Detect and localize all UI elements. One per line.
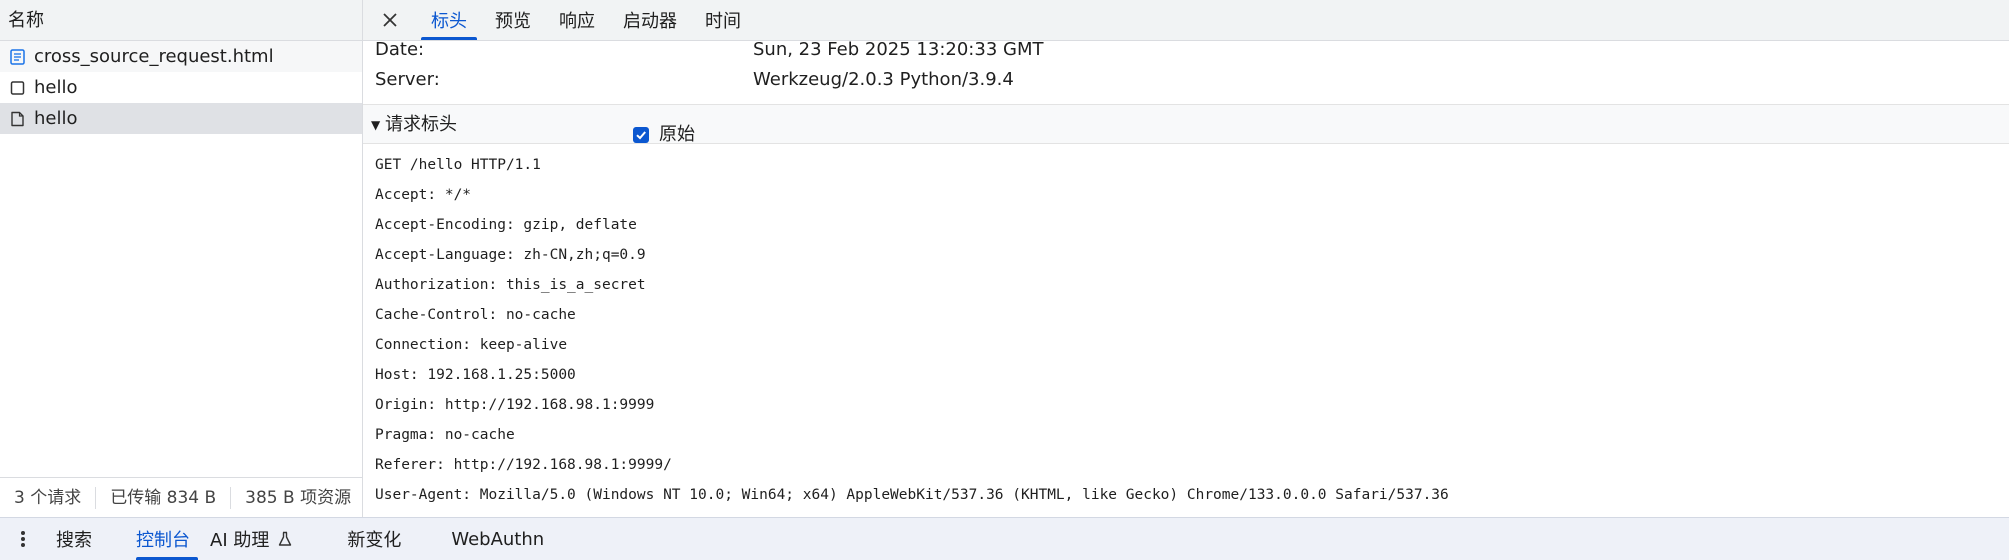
section-title: 请求标头 <box>385 114 457 135</box>
raw-header-line: Origin: http://192.168.98.1:9999 <box>375 397 655 413</box>
request-row[interactable]: hello <box>0 72 362 103</box>
header-key: Date: <box>375 39 425 60</box>
request-count: 3 个请求 <box>0 486 97 509</box>
drawer-tab-search[interactable]: 搜索 <box>46 518 122 560</box>
header-row: Server: Werkzeug/2.0.3 Python/3.9.4 <box>363 65 2009 95</box>
raw-checkbox[interactable] <box>633 127 649 143</box>
raw-label: 原始 <box>659 124 695 145</box>
raw-header-line: Pragma: no-cache <box>375 427 515 443</box>
response-headers-list: Date: Sun, 23 Feb 2025 13:20:33 GMT Serv… <box>363 35 2009 95</box>
checkbox-icon <box>10 81 25 95</box>
raw-toggle[interactable]: 原始 <box>633 115 695 155</box>
raw-header-line: GET /hello HTTP/1.1 <box>375 157 541 173</box>
tab-initiator[interactable]: 启动器 <box>609 0 691 40</box>
drawer-tab-bar: 搜索 控制台 AI 助理 新变化 WebAuthn <box>0 517 2009 560</box>
raw-header-line: Host: 192.168.1.25:5000 <box>375 367 576 383</box>
flask-icon <box>279 531 292 546</box>
raw-header-line: Cache-Control: no-cache <box>375 307 576 323</box>
header-key: Server: <box>375 69 440 90</box>
raw-header-line: Accept-Encoding: gzip, deflate <box>375 217 637 233</box>
expand-triangle-icon: ▼ <box>371 118 381 132</box>
request-row-selected[interactable]: hello <box>0 103 362 134</box>
transferred-size: 已传输 834 B <box>96 486 232 509</box>
drawer-tab-ai-assistance[interactable]: AI 助理 <box>194 518 333 560</box>
checkmark-icon <box>636 131 646 140</box>
vertical-dots-icon <box>21 531 25 547</box>
drawer-tab-console[interactable]: 控制台 <box>122 518 198 560</box>
raw-header-line: Referer: http://192.168.98.1:9999/ <box>375 457 672 473</box>
raw-header-line: Accept-Language: zh-CN,zh;q=0.9 <box>375 247 646 263</box>
drawer-tab-whats-new[interactable]: 新变化 <box>333 518 437 560</box>
request-detail-panel: 标头 预览 响应 启动器 时间 Date: Sun, 23 Feb 2025 1… <box>363 0 2009 517</box>
tab-response[interactable]: 响应 <box>545 0 609 40</box>
header-value: Sun, 23 Feb 2025 13:20:33 GMT <box>753 39 1044 60</box>
document-icon <box>10 49 25 65</box>
file-icon <box>11 111 24 127</box>
drawer-tab-webauthn[interactable]: WebAuthn <box>437 518 558 560</box>
request-row[interactable]: cross_source_request.html <box>0 41 362 72</box>
raw-header-line: User-Agent: Mozilla/5.0 (Windows NT 10.0… <box>375 487 1449 503</box>
drawer-tab-label: AI 助理 <box>210 530 270 551</box>
tab-timing[interactable]: 时间 <box>691 0 755 40</box>
resources-size: 385 B 项资源 <box>245 487 352 508</box>
header-row: Date: Sun, 23 Feb 2025 13:20:33 GMT <box>363 35 2009 65</box>
request-name: hello <box>34 77 78 98</box>
request-list-panel: 名称 cross_source_request.html hello hello… <box>0 0 363 517</box>
raw-header-line: Authorization: this_is_a_secret <box>375 277 646 293</box>
request-name: cross_source_request.html <box>34 46 274 67</box>
tab-headers[interactable]: 标头 <box>417 0 481 40</box>
close-button[interactable] <box>363 0 417 40</box>
header-value: Werkzeug/2.0.3 Python/3.9.4 <box>753 69 1014 90</box>
tab-preview[interactable]: 预览 <box>481 0 545 40</box>
name-column-header[interactable]: 名称 <box>0 0 362 41</box>
status-summary: 3 个请求 已传输 834 B 385 B 项资源 <box>0 477 362 517</box>
request-name: hello <box>34 108 78 129</box>
close-icon <box>383 13 397 27</box>
raw-header-line: Accept: */* <box>375 187 472 203</box>
raw-header-line: Connection: keep-alive <box>375 337 568 353</box>
more-options-button[interactable] <box>0 530 46 548</box>
raw-request-headers: GET /hello HTTP/1.1 Accept: */* Accept-E… <box>363 144 2009 510</box>
request-headers-section-header[interactable]: ▼ 请求标头 原始 <box>363 104 2009 145</box>
